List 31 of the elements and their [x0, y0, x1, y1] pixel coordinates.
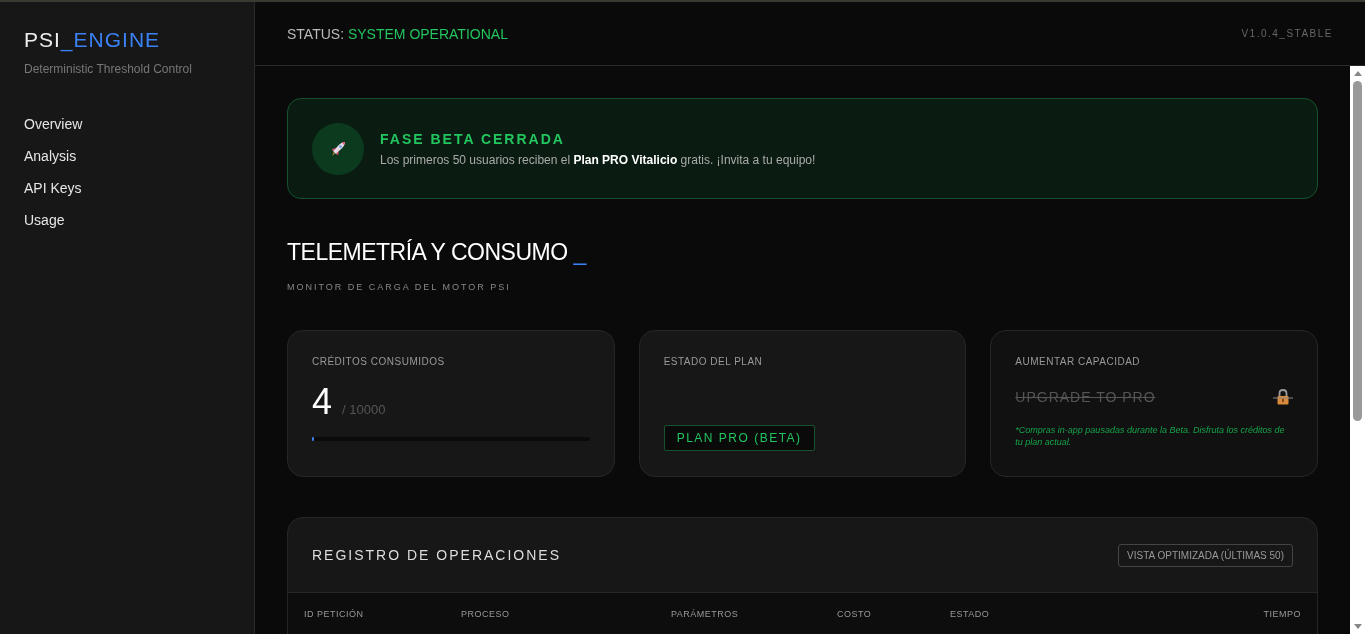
plan-badge: PLAN PRO (BETA) [663, 425, 815, 451]
log-title: REGISTRO DE OPERACIONES [312, 547, 562, 563]
section-title: TELEMETRÍA Y CONSUMO [287, 239, 568, 265]
banner-text: Los primeros 50 usuarios reciben el Plan PRO Vitalicio gratis. ¡Invita a tu equipo! [380, 152, 816, 167]
column-header: PROCESO [461, 609, 511, 619]
lock-icon [1273, 387, 1293, 407]
card-label: AUMENTAR CAPACIDAD [1015, 356, 1142, 367]
column-header: COSTO [837, 609, 873, 619]
banner-title: FASE BETA CERRADA [380, 130, 566, 147]
card-label: ESTADO DEL PLAN [663, 356, 764, 367]
nav-link[interactable]: Overview [24, 116, 230, 132]
cursor: _ [573, 239, 586, 265]
logo-subtitle: Deterministic Threshold Control [24, 62, 193, 76]
card-label: CRÉDITOS CONSUMIDOS [312, 356, 446, 367]
section-subtitle: MONITOR DE CARGA DEL MOTOR PSI [287, 282, 512, 292]
column-header: ESTADO [950, 609, 991, 619]
nav-link[interactable]: Analysis [24, 148, 230, 164]
status-value: SYSTEM OPERATIONAL [347, 25, 508, 42]
version-label: V1.0.4_STABLE [1241, 28, 1333, 39]
credit-value: 4 [312, 381, 333, 423]
column-header: PARÁMETROS [671, 609, 740, 619]
column-header: TIEMPO [1263, 609, 1301, 619]
logo: PSI_ENGINE [24, 28, 162, 52]
view-button[interactable]: VISTA OPTIMIZADA (ÚLTIMAS 50) [1118, 543, 1293, 567]
status-label: STATUS: [287, 25, 345, 42]
nav-link[interactable]: API Keys [24, 180, 230, 196]
column-header: ID PETICIÓN [304, 609, 365, 619]
beta-note: *Compras in-app pausadas durante la Beta. Disfruta los créditos de tu plan actual. [1015, 425, 1286, 449]
scrollbar[interactable] [1350, 66, 1365, 634]
credit-total: / 10000 [342, 402, 386, 417]
nav-link[interactable]: Usage [24, 212, 230, 228]
